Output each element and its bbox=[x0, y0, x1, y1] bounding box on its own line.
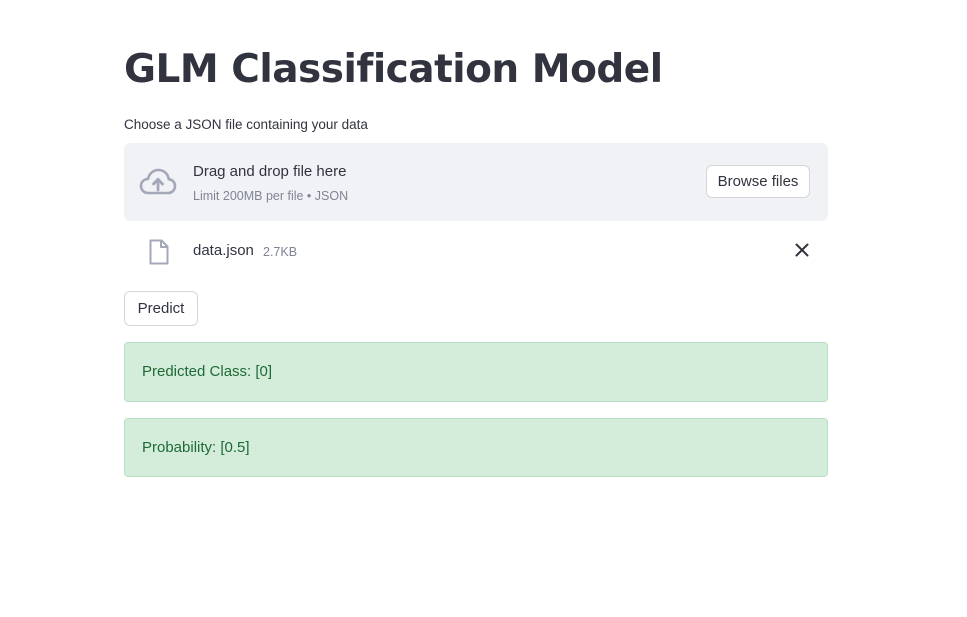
page-title: GLM Classification Model bbox=[124, 47, 663, 92]
browse-files-button[interactable]: Browse files bbox=[706, 165, 810, 198]
probability-text: Probability: [0.5] bbox=[142, 439, 250, 456]
file-dropzone[interactable]: Drag and drop file here Limit 200MB per … bbox=[124, 143, 828, 221]
file-icon bbox=[149, 239, 169, 265]
dropzone-title: Drag and drop file here bbox=[193, 163, 347, 180]
predict-button[interactable]: Predict bbox=[124, 291, 198, 326]
uploaded-file-name: data.json bbox=[193, 242, 254, 259]
close-icon[interactable] bbox=[792, 240, 812, 260]
uploaded-file-item: data.json 2.7KB bbox=[124, 231, 828, 271]
predicted-class-text: Predicted Class: [0] bbox=[142, 363, 273, 380]
file-uploader-label: Choose a JSON file containing your data bbox=[124, 117, 368, 132]
cloud-upload-icon bbox=[139, 168, 177, 195]
uploaded-file-size: 2.7KB bbox=[263, 245, 298, 259]
dropzone-limit-text: Limit 200MB per file • JSON bbox=[193, 189, 349, 203]
app-window: GLM Classification Model Choose a JSON f… bbox=[0, 0, 967, 617]
probability-alert: Probability: [0.5] bbox=[124, 418, 828, 477]
predicted-class-alert: Predicted Class: [0] bbox=[124, 342, 828, 402]
